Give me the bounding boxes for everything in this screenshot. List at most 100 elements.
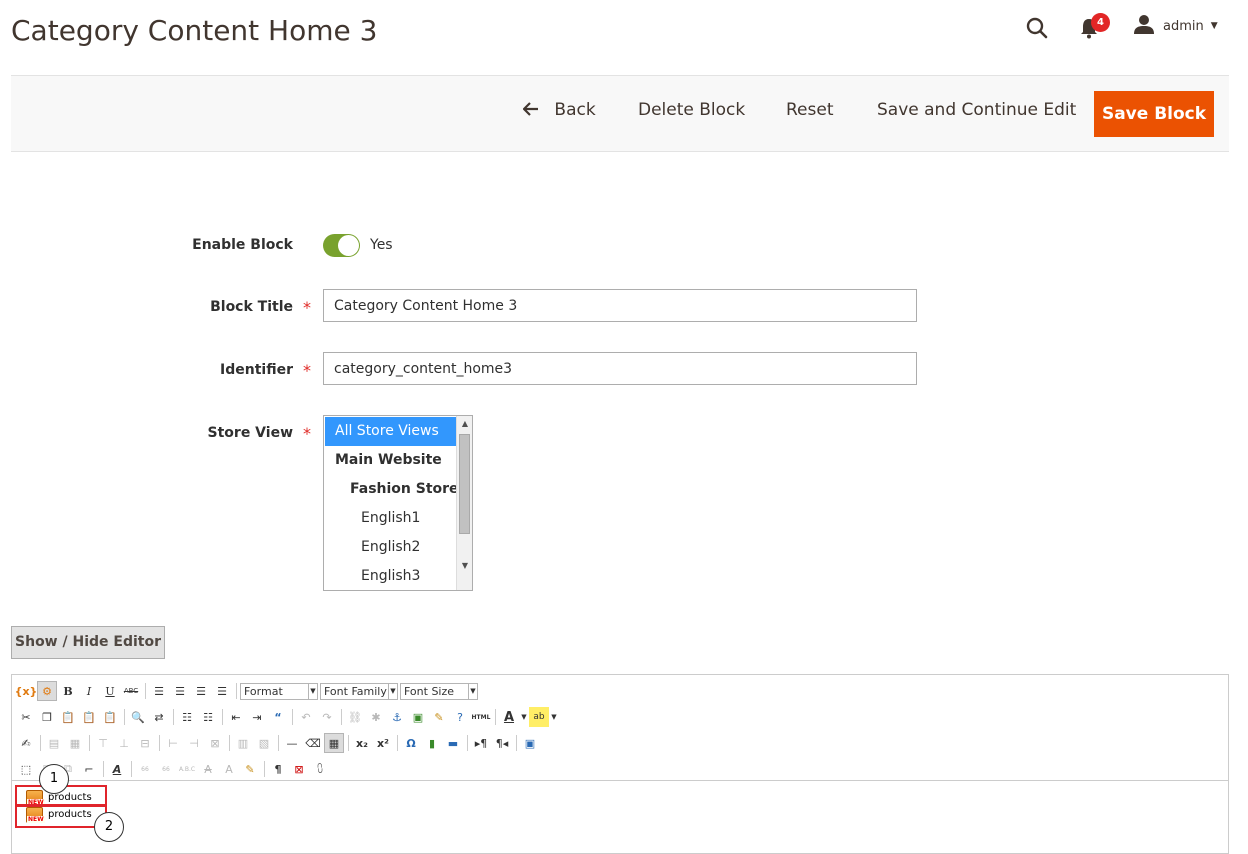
- font-family-select[interactable]: Font Family ▼: [320, 682, 398, 700]
- strikethrough-icon[interactable]: ABC: [121, 681, 141, 701]
- horizontal-rule-icon[interactable]: —: [282, 733, 302, 753]
- search-icon[interactable]: [1025, 16, 1049, 40]
- copy-icon[interactable]: ❐: [37, 707, 57, 727]
- store-option[interactable]: English3: [325, 562, 456, 590]
- page-break-icon[interactable]: ⩇: [310, 759, 330, 779]
- merge-cells-icon[interactable]: ▧: [254, 733, 274, 753]
- blockquote-icon[interactable]: “: [268, 707, 288, 727]
- ltr-icon[interactable]: ▸¶: [471, 733, 491, 753]
- split-cells-icon[interactable]: ▥: [233, 733, 253, 753]
- store-view-multiselect[interactable]: All Store Views Main Website Fashion Sto…: [323, 415, 473, 591]
- rtl-icon[interactable]: ¶◂: [492, 733, 512, 753]
- enable-block-toggle[interactable]: [323, 234, 360, 257]
- chevron-down-icon: ▼: [1210, 21, 1218, 31]
- special-char-icon[interactable]: Ω: [401, 733, 421, 753]
- store-option[interactable]: English1: [325, 504, 456, 533]
- multiselect-scrollbar[interactable]: ▲ ▼: [456, 416, 472, 590]
- outdent-icon[interactable]: ⇤: [226, 707, 246, 727]
- media-icon[interactable]: ▮: [422, 733, 442, 753]
- required-asterisk: *: [303, 424, 311, 443]
- fullscreen-icon[interactable]: ▣: [520, 733, 540, 753]
- chevron-down-icon: ▼: [468, 683, 477, 699]
- scroll-down-icon[interactable]: ▼: [462, 561, 468, 570]
- attributes-icon[interactable]: ✎: [240, 759, 260, 779]
- italic-icon[interactable]: I: [79, 681, 99, 701]
- abbr-icon[interactable]: A.B.C: [177, 759, 197, 779]
- back-button[interactable]: Back: [522, 100, 596, 120]
- insert-row-after-icon[interactable]: ⊥: [114, 733, 134, 753]
- numbered-list-icon[interactable]: ☷: [198, 707, 218, 727]
- non-breaking-icon[interactable]: ⊠: [289, 759, 309, 779]
- del-icon[interactable]: A: [198, 759, 218, 779]
- paste-word-icon[interactable]: 📋: [100, 707, 120, 727]
- insert-col-after-icon[interactable]: ⊣: [184, 733, 204, 753]
- scroll-up-icon[interactable]: ▲: [462, 419, 468, 428]
- ins-icon[interactable]: A: [219, 759, 239, 779]
- superscript-icon[interactable]: x²: [373, 733, 393, 753]
- text-color-icon[interactable]: A: [499, 707, 519, 727]
- indent-icon[interactable]: ⇥: [247, 707, 267, 727]
- anchor-icon[interactable]: ⚓: [387, 707, 407, 727]
- save-and-continue-button[interactable]: Save and Continue Edit: [877, 100, 1076, 120]
- toolbar-divider: [397, 735, 398, 751]
- insert-widget-icon[interactable]: ⚙: [37, 681, 57, 701]
- bold-icon[interactable]: B: [58, 681, 78, 701]
- store-option[interactable]: Fashion Store: [325, 475, 459, 504]
- cite-icon[interactable]: 66: [135, 759, 155, 779]
- cell-properties-icon[interactable]: ▦: [65, 733, 85, 753]
- undo-icon[interactable]: ↶: [296, 707, 316, 727]
- store-option[interactable]: English2: [325, 533, 456, 562]
- replace-icon[interactable]: ⇄: [149, 707, 169, 727]
- store-option[interactable]: All Store Views: [325, 417, 456, 446]
- cleanup-icon[interactable]: ✎: [429, 707, 449, 727]
- scrollbar-thumb[interactable]: [459, 434, 470, 534]
- toolbar-divider: [292, 709, 293, 725]
- row-properties-icon[interactable]: ▤: [44, 733, 64, 753]
- subscript-icon[interactable]: x₂: [352, 733, 372, 753]
- find-icon[interactable]: 🔍: [128, 707, 148, 727]
- identifier-input[interactable]: [323, 352, 917, 385]
- user-account-menu[interactable]: admin ▼: [1133, 15, 1218, 37]
- delete-row-icon[interactable]: ⊟: [135, 733, 155, 753]
- align-left-icon[interactable]: ☰: [149, 681, 169, 701]
- block-title-input[interactable]: [323, 289, 917, 322]
- insert-variable-icon[interactable]: {x}: [15, 681, 38, 701]
- store-option[interactable]: Main Website: [325, 446, 456, 475]
- show-hide-editor-button[interactable]: Show / Hide Editor: [11, 626, 165, 659]
- paste-icon[interactable]: 📋: [58, 707, 78, 727]
- delete-col-icon[interactable]: ⊠: [205, 733, 225, 753]
- chevron-down-icon[interactable]: ▼: [550, 707, 558, 727]
- insert-hr-icon[interactable]: ▬: [443, 733, 463, 753]
- insert-image-icon[interactable]: ▣: [408, 707, 428, 727]
- block-title-label: Block Title: [210, 299, 293, 315]
- background-color-icon[interactable]: ab: [529, 707, 549, 727]
- insert-layer-icon[interactable]: ⬚: [16, 759, 36, 779]
- font-size-select[interactable]: Font Size ▼: [400, 682, 478, 700]
- html-source-icon[interactable]: HTML: [471, 707, 491, 727]
- underline-icon[interactable]: U: [100, 681, 120, 701]
- reset-button[interactable]: Reset: [786, 100, 834, 120]
- absolute-position-icon[interactable]: ⌐: [79, 759, 99, 779]
- chevron-down-icon[interactable]: ▼: [520, 707, 528, 727]
- save-block-button[interactable]: Save Block: [1094, 91, 1214, 137]
- styleprops-icon[interactable]: A: [107, 759, 127, 779]
- bullet-list-icon[interactable]: ☷: [177, 707, 197, 727]
- visual-aid-icon[interactable]: ▦: [324, 733, 344, 753]
- align-right-icon[interactable]: ☰: [191, 681, 211, 701]
- cut-icon[interactable]: ✂: [16, 707, 36, 727]
- align-center-icon[interactable]: ☰: [170, 681, 190, 701]
- paste-text-icon[interactable]: 📋: [79, 707, 99, 727]
- help-icon[interactable]: ?: [450, 707, 470, 727]
- edit-style-icon[interactable]: ✍: [16, 733, 36, 753]
- link-icon[interactable]: ⛓: [345, 707, 365, 727]
- insert-col-before-icon[interactable]: ⊢: [163, 733, 183, 753]
- unlink-icon[interactable]: ✱: [366, 707, 386, 727]
- insert-row-before-icon[interactable]: ⊤: [93, 733, 113, 753]
- show-blocks-icon[interactable]: ¶: [268, 759, 288, 779]
- align-justify-icon[interactable]: ☰: [212, 681, 232, 701]
- acronym-icon[interactable]: 66: [156, 759, 176, 779]
- format-select[interactable]: Format ▼: [240, 682, 318, 700]
- redo-icon[interactable]: ↷: [317, 707, 337, 727]
- delete-block-button[interactable]: Delete Block: [638, 100, 745, 120]
- remove-format-icon[interactable]: ⌫: [303, 733, 323, 753]
